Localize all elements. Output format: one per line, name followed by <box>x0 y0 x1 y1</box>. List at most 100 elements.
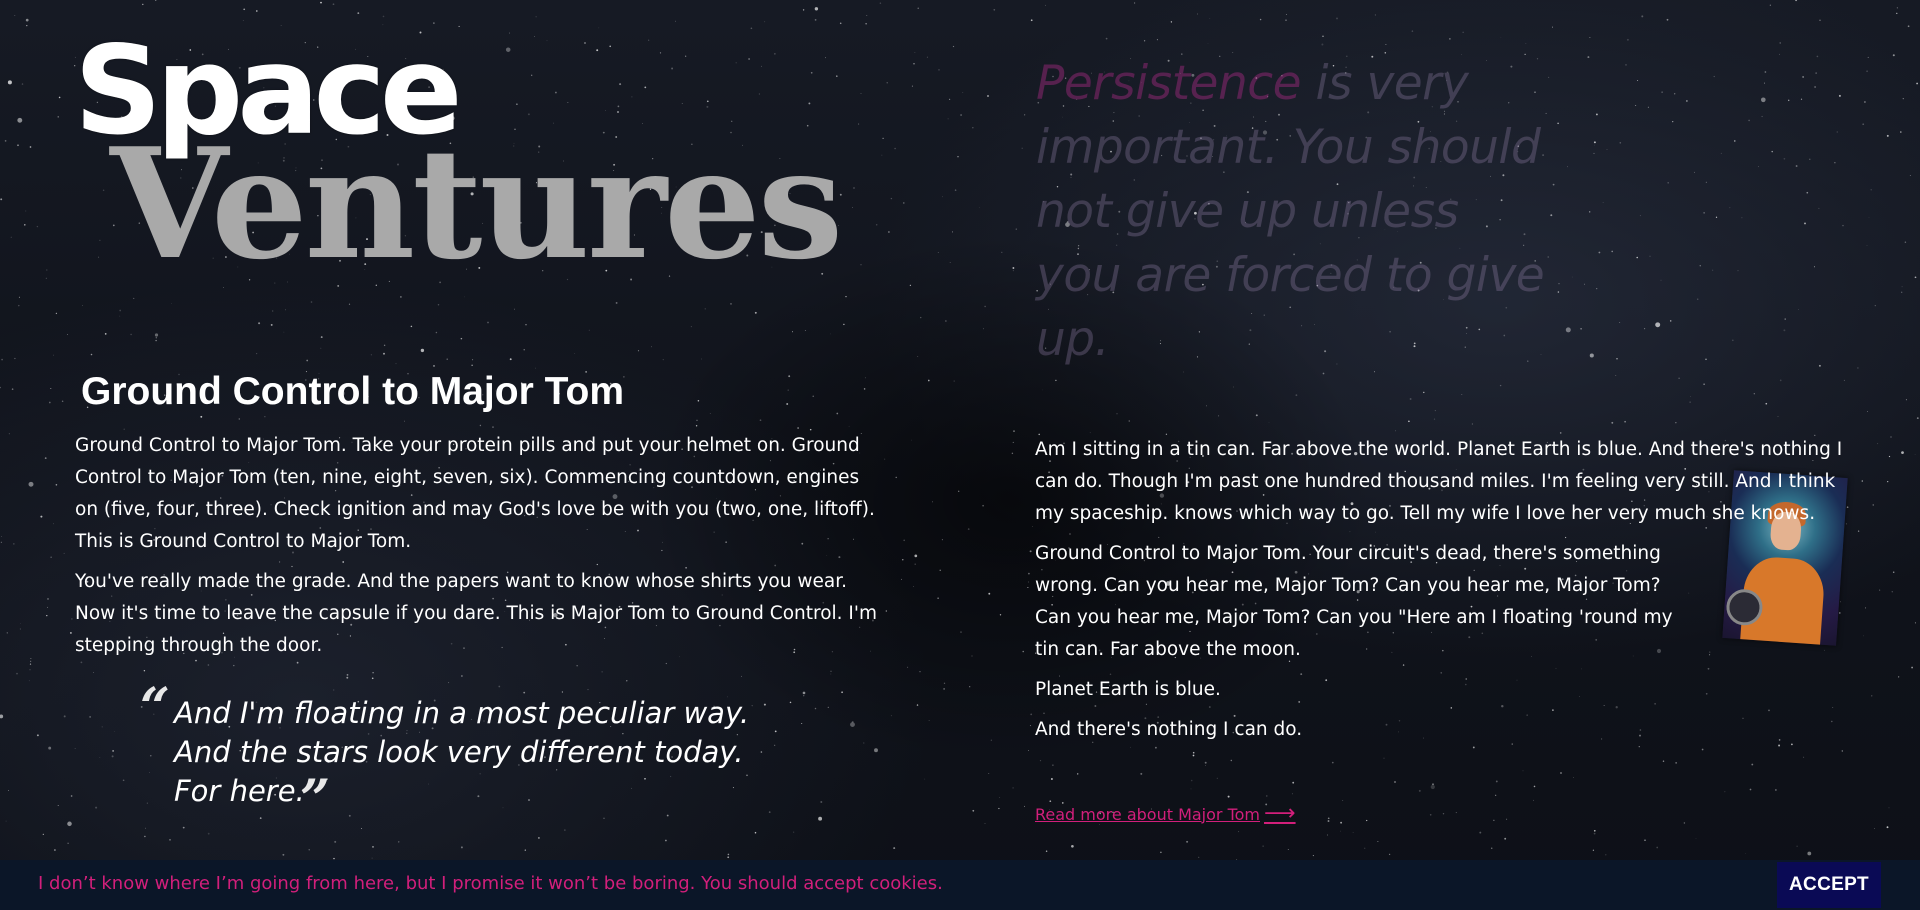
star <box>927 379 930 382</box>
star <box>843 323 845 326</box>
star <box>479 424 482 427</box>
star <box>1030 713 1033 716</box>
star <box>1845 523 1847 525</box>
star <box>839 22 842 25</box>
star <box>1901 286 1903 288</box>
star <box>1800 98 1803 100</box>
star <box>1493 819 1495 821</box>
star <box>912 585 915 588</box>
star <box>788 375 791 378</box>
star <box>913 63 915 65</box>
star <box>1741 217 1743 219</box>
star <box>67 334 68 335</box>
star <box>14 357 16 360</box>
star <box>200 415 203 418</box>
star <box>53 523 54 525</box>
star <box>875 223 878 226</box>
star <box>1641 15 1644 18</box>
star <box>487 321 489 324</box>
star <box>754 311 757 314</box>
star <box>1567 166 1568 168</box>
star <box>1352 832 1354 834</box>
star <box>1055 379 1057 382</box>
star <box>962 92 964 94</box>
star <box>1815 72 1817 74</box>
star <box>1914 453 1916 455</box>
star <box>89 716 91 718</box>
star <box>11 388 14 390</box>
star <box>836 75 838 77</box>
star <box>1703 383 1705 386</box>
star <box>1262 845 1264 847</box>
motto-text: Persistence is very important. You shoul… <box>1036 52 1556 372</box>
star <box>371 677 374 680</box>
star <box>42 833 44 836</box>
star <box>1140 772 1143 775</box>
star <box>1186 840 1189 843</box>
star <box>1779 379 1782 382</box>
star <box>57 805 59 806</box>
star <box>74 748 76 750</box>
star <box>98 256 100 258</box>
star <box>1737 270 1739 272</box>
star <box>881 154 883 156</box>
star <box>804 330 806 331</box>
star <box>6 632 8 634</box>
star <box>1430 784 1435 790</box>
star <box>1011 452 1014 455</box>
star <box>1696 298 1699 300</box>
star <box>308 849 310 851</box>
star <box>258 322 261 325</box>
star <box>836 412 839 415</box>
star <box>95 806 98 809</box>
quote-line: And I'm floating in a most peculiar way. <box>174 696 750 730</box>
accept-cookies-button[interactable]: ACCEPT <box>1777 862 1881 908</box>
star <box>894 147 896 150</box>
star <box>243 8 246 11</box>
site-logo[interactable]: Ventures Space <box>74 30 843 280</box>
star <box>7 80 12 85</box>
star <box>1783 157 1786 160</box>
star <box>998 807 1000 810</box>
star <box>55 312 58 315</box>
star <box>1720 152 1722 154</box>
star <box>1802 76 1804 78</box>
star <box>1580 327 1582 330</box>
star <box>48 401 51 404</box>
open-quote-icon: “ <box>140 677 170 738</box>
star <box>1753 393 1755 395</box>
right-article-paragraph: Ground Control to Major Tom. Your circui… <box>1035 543 1673 660</box>
star <box>1877 443 1879 445</box>
star <box>937 597 939 599</box>
star <box>47 597 49 600</box>
star <box>937 252 939 253</box>
motto-highlight: Persistence <box>1036 56 1302 111</box>
star <box>1560 772 1562 774</box>
star <box>1385 43 1387 46</box>
star <box>900 578 902 580</box>
star <box>17 144 19 147</box>
star <box>697 400 700 402</box>
star <box>1071 844 1074 848</box>
star <box>1751 763 1754 766</box>
star <box>917 356 919 357</box>
star <box>903 202 905 204</box>
star <box>1134 2 1136 4</box>
star <box>82 305 83 306</box>
star <box>1900 131 1902 133</box>
star <box>957 156 959 158</box>
star <box>1806 191 1809 194</box>
star <box>1506 818 1508 820</box>
article-paragraph: Ground Control to Major Tom. Take your p… <box>75 435 875 552</box>
star <box>1809 158 1811 160</box>
read-more-link[interactable]: Read more about Major Tom ⟶ <box>1035 803 1296 825</box>
star <box>1 536 3 537</box>
star <box>361 828 363 830</box>
star <box>90 353 93 356</box>
article-body: Ground Control to Major Tom. Take your p… <box>75 430 885 670</box>
star <box>727 856 730 859</box>
star <box>860 93 862 94</box>
star <box>46 606 48 608</box>
star <box>1583 283 1585 285</box>
star <box>28 481 34 487</box>
